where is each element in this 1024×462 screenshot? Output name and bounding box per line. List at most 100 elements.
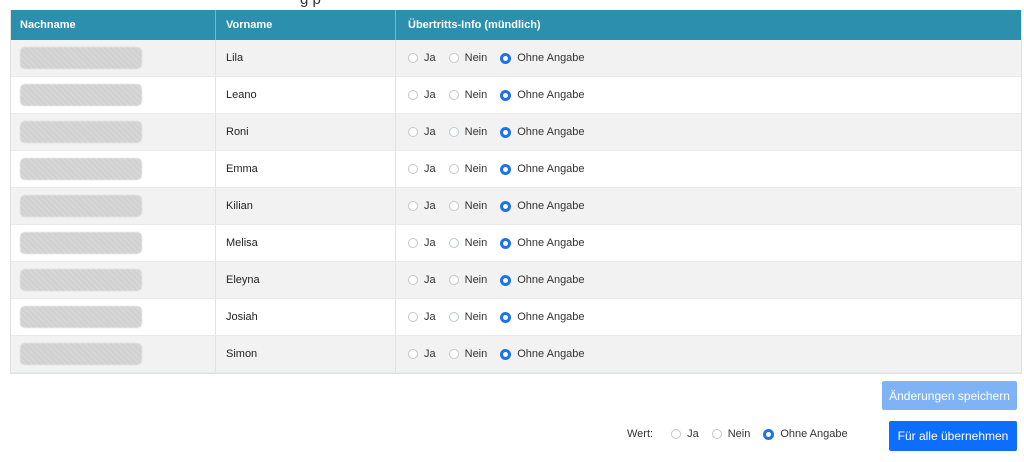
radio-option-nein[interactable]: Nein	[448, 237, 488, 249]
bulk-radio-group: Ja Nein Ohne Angabe	[671, 428, 861, 440]
table-row: Roni Ja Nein Ohne Angabe	[11, 114, 1021, 151]
radio-option-label: Ohne Angabe	[517, 237, 585, 249]
vorname-cell: Eleyna	[216, 262, 396, 298]
radio-unchecked-icon[interactable]	[408, 312, 418, 322]
radio-unchecked-icon[interactable]	[408, 201, 418, 211]
radio-option-label: Ja	[424, 237, 436, 249]
radio-unchecked-icon[interactable]	[448, 90, 459, 100]
radio-checked-icon[interactable]	[500, 274, 512, 286]
column-header-vorname[interactable]: Vorname	[216, 10, 396, 40]
vorname-cell: Leano	[216, 77, 396, 113]
nachname-cell	[11, 151, 216, 187]
radio-unchecked-icon[interactable]	[408, 275, 418, 285]
radio-checked-icon[interactable]	[763, 428, 775, 440]
uebertritts-info-cell: Ja Nein Ohne Angabe	[396, 77, 1021, 113]
radio-option-nein[interactable]: Nein	[448, 200, 488, 212]
uebertritts-radio-group: Ja Nein Ohne Angabe	[408, 237, 598, 249]
radio-checked-icon[interactable]	[500, 89, 512, 101]
radio-option-label: Nein	[464, 89, 488, 101]
radio-option-nein[interactable]: Nein	[711, 428, 751, 440]
radio-option-nein[interactable]: Nein	[448, 89, 488, 101]
radio-option-ja[interactable]: Ja	[408, 126, 436, 138]
radio-unchecked-icon[interactable]	[408, 238, 418, 248]
radio-unchecked-icon[interactable]	[448, 312, 459, 322]
redacted-lastname	[20, 195, 142, 217]
radio-checked-icon[interactable]	[500, 348, 512, 360]
radio-option-ja[interactable]: Ja	[671, 428, 699, 440]
radio-checked-icon[interactable]	[500, 237, 512, 249]
radio-option-label: Nein	[727, 428, 751, 440]
radio-option-ohne-angabe[interactable]: Ohne Angabe	[500, 89, 585, 101]
radio-option-ja[interactable]: Ja	[408, 163, 436, 175]
radio-option-nein[interactable]: Nein	[448, 348, 488, 360]
radio-option-nein[interactable]: Nein	[448, 52, 487, 64]
apply-to-all-button[interactable]: Für alle übernehmen	[889, 421, 1017, 451]
radio-checked-icon[interactable]	[500, 200, 512, 212]
radio-unchecked-icon[interactable]	[448, 164, 459, 174]
radio-option-label: Nein	[464, 237, 488, 249]
radio-option-ja[interactable]: Ja	[408, 89, 436, 101]
radio-option-ohne-angabe[interactable]: Ohne Angabe	[500, 348, 585, 360]
radio-option-ja[interactable]: Ja	[408, 200, 436, 212]
radio-unchecked-icon[interactable]	[448, 201, 459, 211]
uebertritts-radio-group: Ja Nein Ohne Angabe	[408, 52, 598, 64]
table-header-row: Nachname Vorname Übertritts-Info (mündli…	[11, 10, 1021, 40]
radio-unchecked-icon[interactable]	[408, 349, 418, 359]
radio-checked-icon[interactable]	[500, 52, 512, 64]
radio-option-ohne-angabe[interactable]: Ohne Angabe	[500, 274, 585, 286]
vorname-cell: Emma	[216, 151, 396, 187]
radio-unchecked-icon[interactable]	[448, 53, 459, 63]
table-row: Lila Ja Nein Ohne Angabe	[11, 40, 1021, 77]
uebertritts-radio-group: Ja Nein Ohne Angabe	[408, 126, 598, 138]
radio-option-label: Ja	[424, 200, 436, 212]
radio-option-ohne-angabe[interactable]: Ohne Angabe	[500, 126, 585, 138]
radio-option-label: Nein	[464, 348, 488, 360]
radio-unchecked-icon[interactable]	[408, 127, 418, 137]
save-changes-button[interactable]: Änderungen speichern	[882, 381, 1017, 410]
radio-unchecked-icon[interactable]	[448, 127, 459, 137]
radio-option-label: Ja	[424, 52, 436, 64]
radio-option-nein[interactable]: Nein	[448, 274, 487, 286]
uebertritts-info-cell: Ja Nein Ohne Angabe	[396, 299, 1021, 335]
radio-option-ja[interactable]: Ja	[408, 237, 436, 249]
radio-unchecked-icon[interactable]	[711, 429, 722, 439]
radio-option-ohne-angabe[interactable]: Ohne Angabe	[500, 200, 585, 212]
uebertritts-radio-group: Ja Nein Ohne Angabe	[408, 348, 598, 360]
radio-unchecked-icon[interactable]	[408, 53, 418, 63]
radio-option-label: Ja	[424, 163, 436, 175]
radio-option-label: Nein	[464, 200, 488, 212]
radio-unchecked-icon[interactable]	[671, 429, 682, 439]
column-header-nachname[interactable]: Nachname	[11, 10, 216, 40]
uebertritts-info-cell: Ja Nein Ohne Angabe	[396, 188, 1021, 224]
radio-option-ohne-angabe[interactable]: Ohne Angabe	[500, 52, 585, 64]
radio-option-ja[interactable]: Ja	[408, 311, 436, 323]
radio-option-ohne-angabe[interactable]: Ohne Angabe	[500, 237, 585, 249]
radio-checked-icon[interactable]	[500, 126, 512, 138]
radio-option-ohne-angabe[interactable]: Ohne Angabe	[500, 311, 585, 323]
radio-checked-icon[interactable]	[500, 311, 512, 323]
radio-unchecked-icon[interactable]	[448, 275, 459, 285]
radio-option-ohne-angabe[interactable]: Ohne Angabe	[500, 163, 585, 175]
radio-checked-icon[interactable]	[500, 163, 512, 175]
radio-unchecked-icon[interactable]	[408, 164, 418, 174]
radio-option-ohne-angabe[interactable]: Ohne Angabe	[763, 428, 848, 440]
table-row: Emma Ja Nein Ohne Angabe	[11, 151, 1021, 188]
radio-option-ja[interactable]: Ja	[408, 52, 436, 64]
radio-option-nein[interactable]: Nein	[448, 126, 487, 138]
vorname-cell: Simon	[216, 336, 396, 372]
uebertritts-radio-group: Ja Nein Ohne Angabe	[408, 311, 598, 323]
table-row: Leano Ja Nein Ohne Angabe	[11, 77, 1021, 114]
radio-option-nein[interactable]: Nein	[448, 311, 487, 323]
radio-option-ja[interactable]: Ja	[408, 274, 436, 286]
radio-option-nein[interactable]: Nein	[448, 163, 487, 175]
radio-option-label: Ohne Angabe	[517, 89, 585, 101]
radio-unchecked-icon[interactable]	[448, 238, 459, 248]
radio-option-ja[interactable]: Ja	[408, 348, 436, 360]
column-header-uebertritts-info[interactable]: Übertritts-Info (mündlich)	[396, 10, 1021, 40]
redacted-lastname	[20, 158, 142, 180]
radio-unchecked-icon[interactable]	[448, 349, 459, 359]
uebertritts-info-cell: Ja Nein Ohne Angabe	[396, 225, 1021, 261]
radio-unchecked-icon[interactable]	[408, 90, 418, 100]
uebertritts-info-cell: Ja Nein Ohne Angabe	[396, 114, 1021, 150]
nachname-cell	[11, 299, 216, 335]
